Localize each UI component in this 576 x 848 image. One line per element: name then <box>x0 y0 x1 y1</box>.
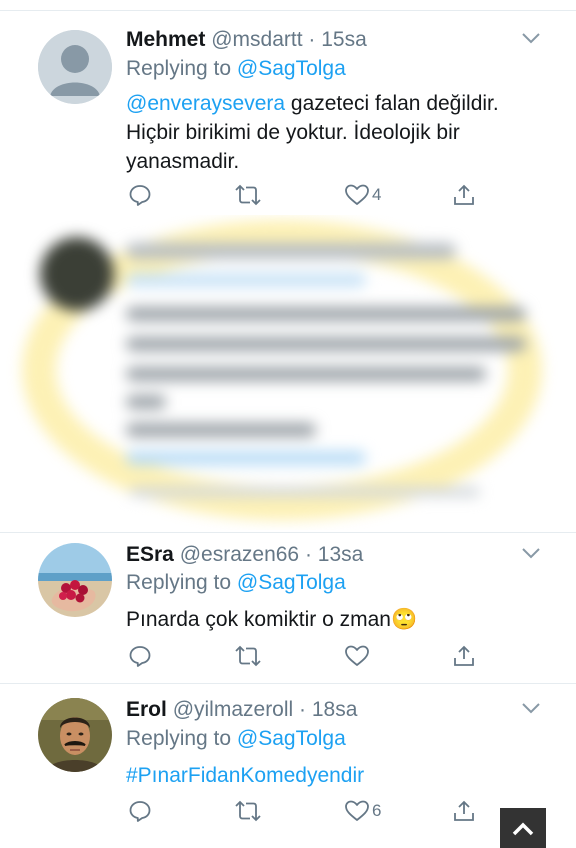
blurred-text-line <box>126 307 526 321</box>
blurred-text-line <box>126 337 526 351</box>
blurred-actions <box>130 487 480 497</box>
display-name[interactable]: Mehmet <box>126 28 205 51</box>
reply-icon <box>129 185 151 206</box>
hashtag-link[interactable]: #PınarFidanKomedyendir <box>126 764 364 787</box>
blurred-text-line <box>126 395 166 409</box>
blurred-content <box>0 215 576 530</box>
replying-to-prefix: Replying to <box>126 727 232 750</box>
retweet-icon <box>235 645 261 667</box>
reply-icon <box>129 801 151 822</box>
tweet-text: Pınarda çok komiktir o zman🙄 <box>126 605 546 634</box>
man-with-mustache-avatar-icon <box>38 698 112 772</box>
tweet-text-line: Hiçbir birikimi de yoktur. İdeolojik bir <box>126 121 460 144</box>
user-handle[interactable]: @yilmazeroll <box>173 698 294 721</box>
tweet-text: @enveraysevera gazeteci falan değildir. … <box>126 89 546 176</box>
tweet-actions: 4 <box>126 180 486 210</box>
avatar[interactable] <box>38 30 112 104</box>
tweet-text: #PınarFidanKomedyendir <box>126 761 546 790</box>
tweet-erol[interactable]: Erol @yilmazeroll · 18sa Replying to @Sa… <box>0 684 576 840</box>
blurred-text-line <box>126 367 486 381</box>
share-icon <box>454 645 474 666</box>
user-handle[interactable]: @msdartt <box>211 28 302 51</box>
default-person-avatar-icon <box>38 30 112 104</box>
reply-button[interactable] <box>128 796 152 826</box>
retweet-icon <box>235 800 261 822</box>
tweet-text-line: gazeteci falan değildir. <box>285 92 499 115</box>
replying-to: Replying to @SagTolga <box>126 571 346 595</box>
like-count: 4 <box>372 185 382 204</box>
retweet-button[interactable] <box>234 180 262 210</box>
like-button[interactable]: 6 <box>344 796 381 826</box>
share-button[interactable] <box>452 796 476 826</box>
rolling-eyes-emoji: 🙄 <box>390 608 418 631</box>
blurred-avatar <box>40 237 114 311</box>
display-name[interactable]: ESra <box>126 543 174 566</box>
blurred-reply-line <box>126 273 366 287</box>
like-button[interactable]: 4 <box>344 180 381 210</box>
replying-to-prefix: Replying to <box>126 57 232 80</box>
tweet-text-line: yanasmadir. <box>126 150 240 173</box>
share-button[interactable] <box>452 180 476 210</box>
scroll-to-top-button[interactable] <box>500 808 546 848</box>
tweet-header: ESra @esrazen66 · 13sa <box>126 543 363 567</box>
timestamp[interactable]: · 18sa <box>299 698 357 721</box>
reply-button[interactable] <box>128 180 152 210</box>
chevron-up-icon <box>512 822 534 836</box>
retweet-button[interactable] <box>234 796 262 826</box>
replying-to: Replying to @SagTolga <box>126 57 346 81</box>
blurred-header <box>126 243 456 259</box>
replying-to: Replying to @SagTolga <box>126 727 346 751</box>
tweet-actions <box>126 641 486 671</box>
share-icon <box>454 184 474 205</box>
display-name[interactable]: Erol <box>126 698 167 721</box>
tweet-mehmet[interactable]: Mehmet @msdartt · 15sa Replying to @SagT… <box>0 0 576 215</box>
replying-to-handle[interactable]: @SagTolga <box>237 727 346 750</box>
user-handle[interactable]: @esrazen66 <box>180 543 299 566</box>
blurred-text-line <box>126 423 316 437</box>
like-count: 6 <box>372 801 382 820</box>
share-icon <box>454 800 474 821</box>
avatar[interactable] <box>38 543 112 617</box>
berries-photo-avatar-icon <box>38 543 112 617</box>
retweet-button[interactable] <box>234 641 262 671</box>
avatar[interactable] <box>38 698 112 772</box>
tweet-header: Mehmet @msdartt · 15sa <box>126 28 367 52</box>
reply-button[interactable] <box>128 641 152 671</box>
timestamp[interactable]: · 15sa <box>308 28 366 51</box>
chevron-down-icon[interactable] <box>521 701 541 715</box>
chevron-down-icon[interactable] <box>521 31 541 45</box>
tweet-header: Erol @yilmazeroll · 18sa <box>126 698 357 722</box>
tweet-esra[interactable]: ESra @esrazen66 · 13sa Replying to @SagT… <box>0 533 576 683</box>
replying-to-handle[interactable]: @SagTolga <box>237 57 346 80</box>
timestamp[interactable]: · 13sa <box>305 543 363 566</box>
blurred-tweet <box>0 215 576 530</box>
blurred-link-line <box>126 451 366 465</box>
reply-icon <box>129 646 151 667</box>
tweet-actions: 6 <box>126 796 486 826</box>
tweet-text-line: Pınarda çok komiktir o zman <box>126 608 391 631</box>
replying-to-handle[interactable]: @SagTolga <box>237 571 346 594</box>
heart-icon <box>345 800 369 821</box>
heart-icon <box>345 184 369 205</box>
retweet-icon <box>235 184 261 206</box>
heart-icon <box>345 645 369 666</box>
chevron-down-icon[interactable] <box>521 546 541 560</box>
like-button[interactable] <box>344 641 372 671</box>
mention-link[interactable]: @enveraysevera <box>126 92 285 115</box>
replying-to-prefix: Replying to <box>126 571 232 594</box>
share-button[interactable] <box>452 641 476 671</box>
